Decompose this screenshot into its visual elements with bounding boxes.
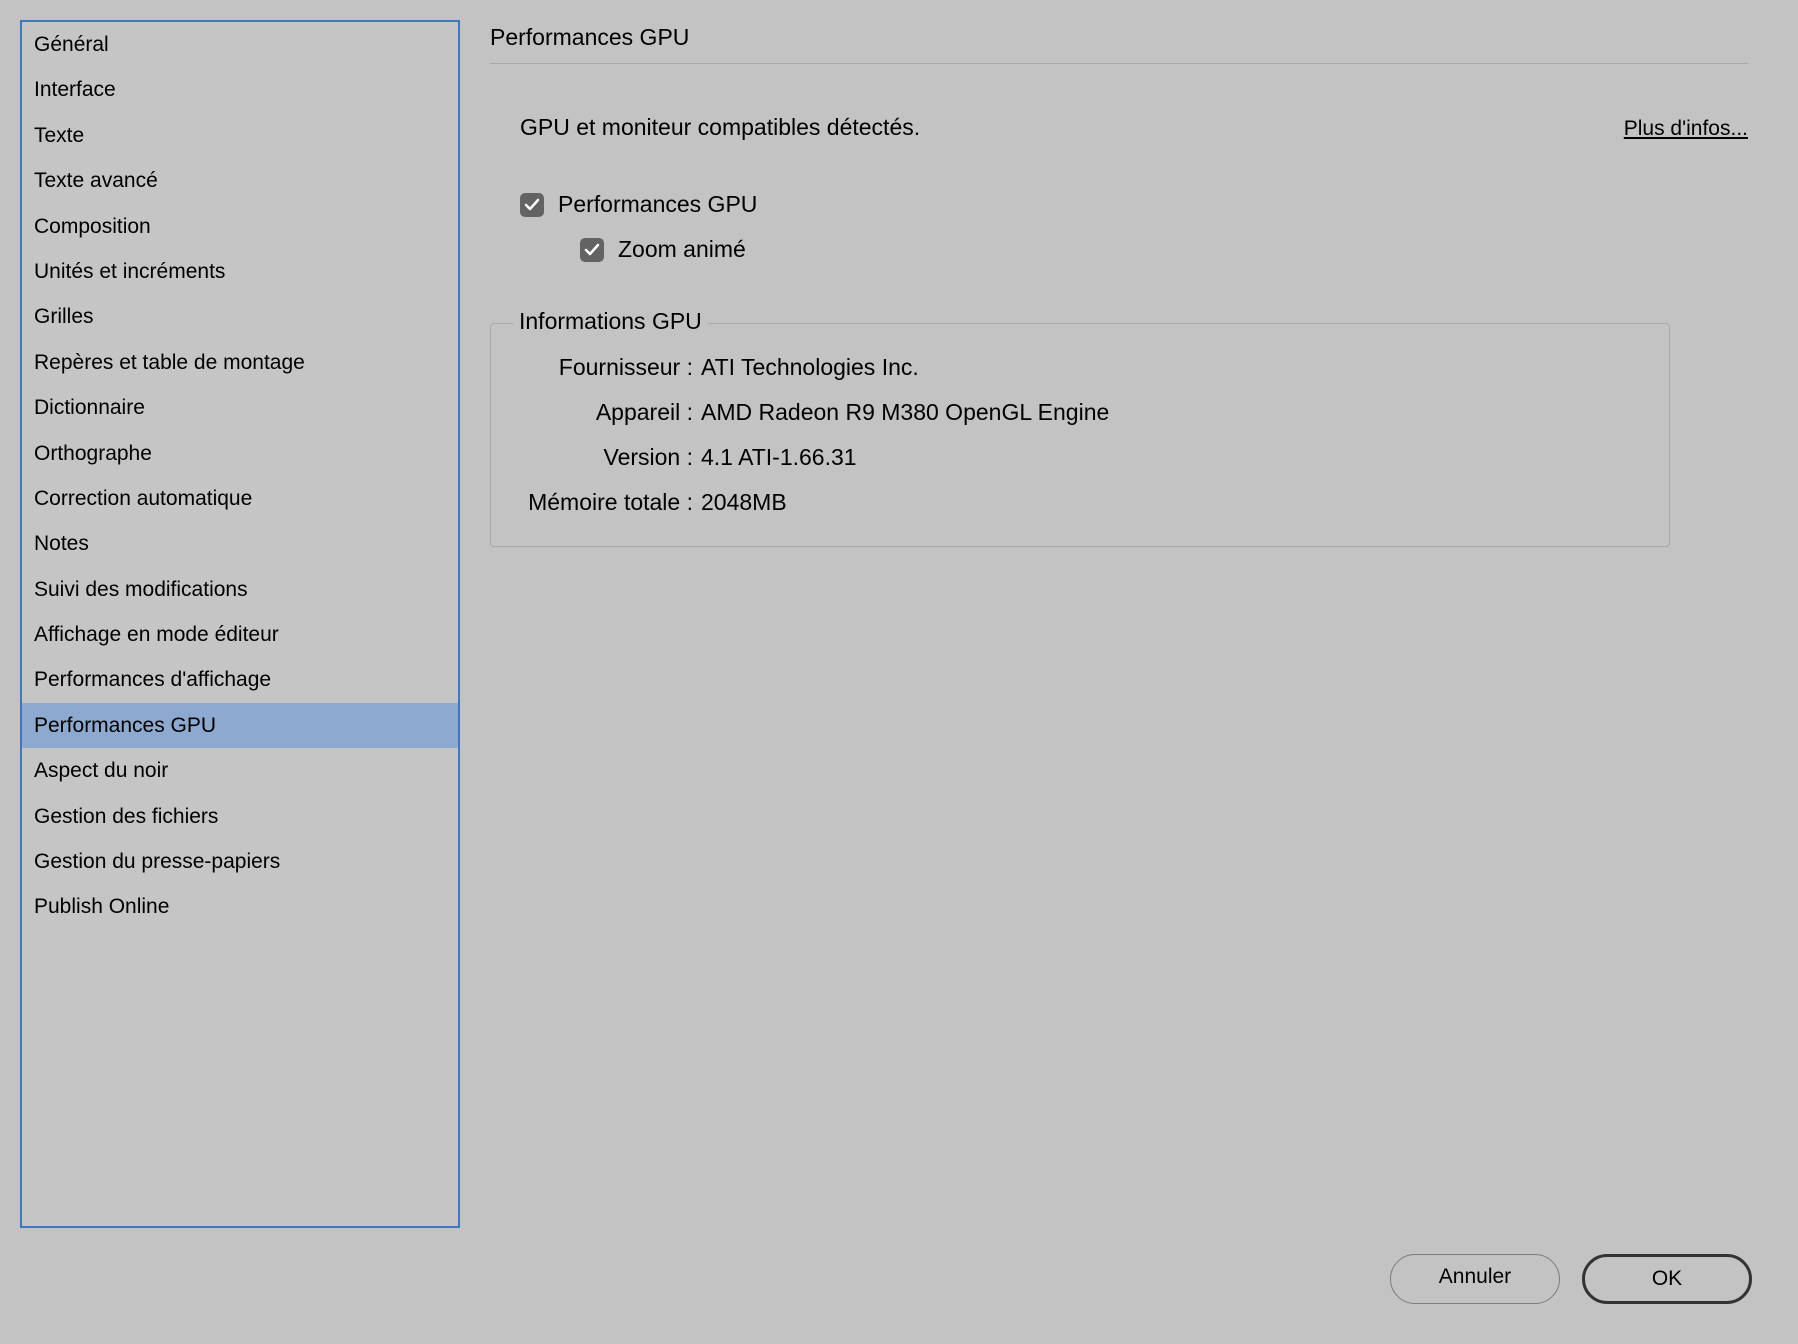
- gpu-info-label: Appareil :: [511, 399, 701, 426]
- dialog-button-row: Annuler OK: [1390, 1254, 1752, 1304]
- sidebar-item[interactable]: Gestion des fichiers: [22, 794, 458, 839]
- gpu-info-legend: Informations GPU: [513, 308, 708, 335]
- page-title: Performances GPU: [490, 24, 1748, 64]
- gpu-info-label: Mémoire totale :: [511, 489, 701, 516]
- gpu-performance-checkbox[interactable]: [520, 193, 544, 217]
- sidebar-item[interactable]: Aspect du noir: [22, 748, 458, 793]
- gpu-info-row: Version :4.1 ATI-1.66.31: [511, 444, 1641, 471]
- gpu-info-value: 2048MB: [701, 489, 787, 516]
- sidebar-item[interactable]: Performances GPU: [22, 703, 458, 748]
- animated-zoom-checkbox[interactable]: [580, 238, 604, 262]
- gpu-performance-checkbox-label: Performances GPU: [558, 191, 757, 218]
- gpu-info-value: 4.1 ATI-1.66.31: [701, 444, 857, 471]
- sidebar-item[interactable]: Général: [22, 22, 458, 67]
- sidebar-item[interactable]: Gestion du presse-papiers: [22, 839, 458, 884]
- sidebar-item[interactable]: Correction automatique: [22, 476, 458, 521]
- sidebar-item[interactable]: Suivi des modifications: [22, 567, 458, 612]
- sidebar-item[interactable]: Texte: [22, 113, 458, 158]
- gpu-performance-checkbox-row: Performances GPU: [490, 191, 1748, 218]
- gpu-info-value: AMD Radeon R9 M380 OpenGL Engine: [701, 399, 1109, 426]
- cancel-button[interactable]: Annuler: [1390, 1254, 1560, 1304]
- main-panel: Performances GPU GPU et moniteur compati…: [490, 20, 1778, 1324]
- gpu-info-label: Fournisseur :: [511, 354, 701, 381]
- sidebar-item[interactable]: Orthographe: [22, 431, 458, 476]
- ok-button[interactable]: OK: [1582, 1254, 1752, 1304]
- sidebar-item[interactable]: Repères et table de montage: [22, 340, 458, 385]
- gpu-info-value: ATI Technologies Inc.: [701, 354, 919, 381]
- animated-zoom-checkbox-label: Zoom animé: [618, 236, 746, 263]
- sidebar-item[interactable]: Texte avancé: [22, 158, 458, 203]
- gpu-info-row: Mémoire totale :2048MB: [511, 489, 1641, 516]
- sidebar-item[interactable]: Grilles: [22, 294, 458, 339]
- gpu-info-label: Version :: [511, 444, 701, 471]
- sidebar-item[interactable]: Notes: [22, 521, 458, 566]
- gpu-info-rows: Fournisseur :ATI Technologies Inc.Appare…: [511, 354, 1641, 516]
- animated-zoom-checkbox-row: Zoom animé: [490, 236, 1748, 263]
- more-info-link[interactable]: Plus d'infos...: [1624, 117, 1748, 141]
- sidebar-item[interactable]: Performances d'affichage: [22, 657, 458, 702]
- sidebar-item[interactable]: Composition: [22, 204, 458, 249]
- sidebar-item[interactable]: Publish Online: [22, 884, 458, 929]
- preferences-sidebar: GénéralInterfaceTexteTexte avancéComposi…: [20, 20, 460, 1228]
- sidebar-item[interactable]: Dictionnaire: [22, 385, 458, 430]
- gpu-info-fieldset: Informations GPU Fournisseur :ATI Techno…: [490, 323, 1670, 547]
- status-row: GPU et moniteur compatibles détectés. Pl…: [490, 114, 1748, 141]
- sidebar-item[interactable]: Unités et incréments: [22, 249, 458, 294]
- gpu-status-text: GPU et moniteur compatibles détectés.: [520, 114, 920, 141]
- gpu-info-row: Appareil :AMD Radeon R9 M380 OpenGL Engi…: [511, 399, 1641, 426]
- sidebar-item[interactable]: Affichage en mode éditeur: [22, 612, 458, 657]
- gpu-info-row: Fournisseur :ATI Technologies Inc.: [511, 354, 1641, 381]
- sidebar-item[interactable]: Interface: [22, 67, 458, 112]
